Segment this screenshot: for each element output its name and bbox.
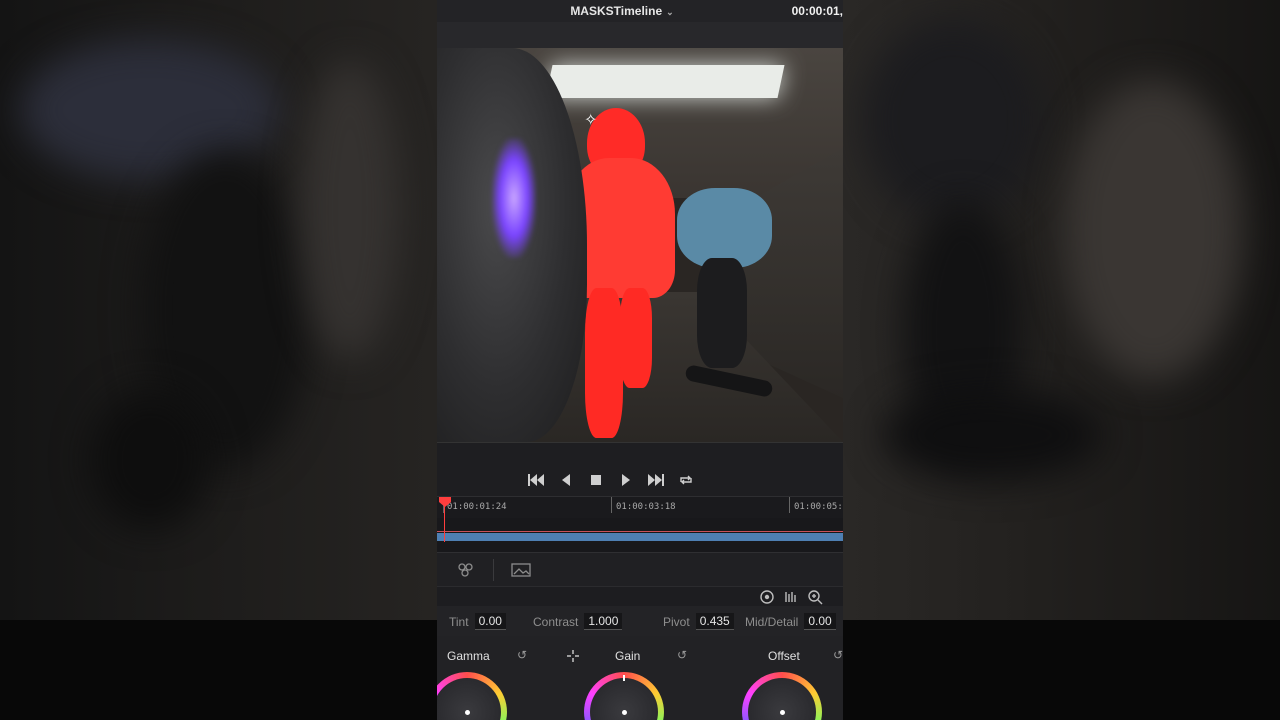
pivot-param: Pivot 0.435 (663, 613, 734, 630)
ruler-label: 01:00:03:18 (616, 502, 676, 512)
timeline-ruler[interactable]: 01:00:01:24 01:00:03:18 01:00:05:12 (437, 496, 843, 518)
gain-reset-icon[interactable]: ↺ (677, 648, 687, 662)
step-back-icon[interactable] (557, 471, 575, 489)
target-icon[interactable] (759, 589, 775, 605)
image-viewer-icon[interactable] (510, 561, 532, 579)
play-icon[interactable] (617, 471, 635, 489)
middetail-label: Mid/Detail (745, 614, 799, 629)
transport-controls (437, 442, 843, 496)
tint-label: Tint (449, 614, 469, 629)
timeline-title: MASKSTimeline (570, 4, 663, 18)
picker-icon[interactable] (565, 648, 581, 664)
ruler-label: 01:00:01:24 (447, 502, 507, 512)
skip-to-start-icon[interactable] (527, 471, 545, 489)
offset-wheel[interactable] (742, 672, 822, 720)
skip-to-end-icon[interactable] (647, 471, 665, 489)
playhead-line[interactable] (444, 504, 445, 542)
timeline-selector[interactable]: MASKSTimeline ⌄ (437, 4, 807, 18)
resolve-app-panel: MASKSTimeline ⌄ 00:00:01, ✧ 01:00:01:24 … (437, 0, 843, 720)
loop-icon[interactable] (677, 471, 695, 489)
magic-mask-cursor-icon: ✧ (584, 112, 598, 129)
timecode-display: 00:00:01, (791, 4, 843, 18)
blurred-backdrop-left (0, 0, 437, 720)
wheels-toolbar (437, 586, 843, 606)
contrast-value[interactable]: 1.000 (584, 613, 623, 630)
primary-params: Tint 0.00 Contrast 1.000 Pivot 0.435 Mid… (437, 606, 843, 636)
color-tools-bar (437, 552, 843, 586)
timeline-clip[interactable] (437, 533, 843, 541)
ceiling-light (545, 65, 785, 98)
viewer-toolbar (437, 22, 843, 48)
middetail-param: Mid/Detail 0.00 (745, 613, 836, 630)
screen: MASKSTimeline ⌄ 00:00:01, ✧ 01:00:01:24 … (0, 0, 1280, 720)
blurred-backdrop-right (843, 0, 1280, 720)
tint-value[interactable]: 0.00 (474, 613, 506, 630)
contrast-label: Contrast (533, 614, 579, 629)
zoom-icon[interactable] (807, 589, 823, 605)
title-bar: MASKSTimeline ⌄ 00:00:01, (437, 0, 843, 22)
gamma-label: Gamma (447, 649, 490, 663)
pivot-label: Pivot (663, 614, 690, 629)
gamma-reset-icon[interactable]: ↺ (517, 648, 527, 662)
gain-wheel[interactable] (584, 672, 664, 720)
nodes-icon[interactable] (455, 561, 477, 579)
ruler-label: 01:00:05:12 (794, 502, 843, 512)
video-track[interactable] (437, 518, 843, 552)
light-glow (492, 138, 536, 258)
middetail-value[interactable]: 0.00 (804, 613, 836, 630)
offset-reset-icon[interactable]: ↺ (833, 648, 843, 662)
chevron-down-icon: ⌄ (666, 7, 674, 17)
gain-label: Gain (615, 649, 641, 663)
tint-param: Tint 0.00 (449, 613, 506, 630)
video-viewer[interactable]: ✧ (437, 48, 843, 442)
pivot-value[interactable]: 0.435 (695, 613, 734, 630)
gamma-wheel[interactable] (437, 672, 507, 720)
offset-label: Offset (768, 649, 800, 663)
stop-icon[interactable] (587, 471, 605, 489)
contrast-param: Contrast 1.000 (533, 613, 623, 630)
skater-figure (677, 188, 777, 388)
bars-icon[interactable] (783, 589, 799, 605)
color-wheels: Gamma ↺ Gain ↺ Offset ↺ (437, 636, 843, 720)
